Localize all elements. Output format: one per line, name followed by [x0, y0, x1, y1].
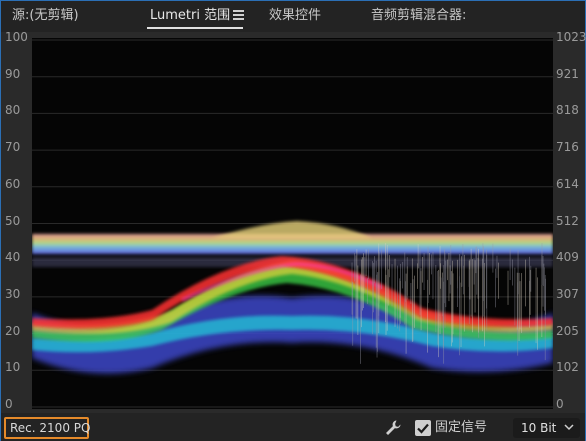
panel-tab-bar: 源:(无剪辑) Lumetri 范围 效果控件 音频剪辑混合器: [1, 1, 585, 31]
left-axis-tick-label: 30 [5, 286, 21, 301]
active-tab-underline [147, 27, 243, 29]
wrench-icon[interactable] [384, 419, 402, 437]
left-axis-tick-label: 100 [5, 30, 28, 44]
tab-effect-controls[interactable]: 效果控件 [269, 6, 321, 26]
right-axis-tick-label: 409 [556, 250, 579, 265]
waveform-graphic [32, 39, 553, 408]
lumetri-scopes-panel: 源:(无剪辑) Lumetri 范围 效果控件 音频剪辑混合器: 100 90 80… [0, 0, 586, 441]
tab-audio-clip-mixer[interactable]: 音频剪辑混合器: [371, 6, 466, 26]
tab-source[interactable]: 源:(无剪辑) [12, 6, 79, 26]
bit-depth-dropdown[interactable]: 10 Bit [513, 418, 580, 438]
right-axis-tick-label: 205 [556, 323, 579, 338]
left-axis-tick-label: 10 [5, 360, 21, 375]
left-axis-tick-label: 20 [5, 323, 21, 338]
right-axis-tick-label: 0 [556, 397, 564, 411]
checkmark-icon [417, 423, 429, 434]
left-axis-tick-label: 60 [5, 176, 21, 191]
tab-lumetri-scopes[interactable]: Lumetri 范围 [150, 6, 230, 26]
right-axis-tick-label: 716 [556, 140, 579, 155]
left-axis-tick-label: 0 [5, 397, 13, 411]
scope-footer: Rec. 2100 PQ 固定信号 10 Bit [1, 415, 585, 441]
color-space-selector[interactable]: Rec. 2100 PQ [4, 417, 90, 439]
waveform-scope: 100 90 80 70 60 50 40 30 20 10 0 1023 921 818 716 614 5… [1, 30, 586, 413]
waveform-plot[interactable] [32, 38, 553, 409]
clamp-signal-label: 固定信号 [435, 420, 488, 435]
bit-depth-value: 10 Bit [521, 421, 557, 435]
hamburger-icon[interactable] [233, 10, 244, 20]
clamp-signal-checkbox[interactable] [415, 420, 431, 436]
right-axis-tick-label: 818 [556, 103, 579, 118]
left-axis-tick-label: 90 [5, 66, 21, 81]
left-axis-tick-label: 50 [5, 213, 21, 228]
right-axis-tick-label: 1023 [556, 30, 586, 44]
chevron-down-icon [564, 424, 574, 431]
left-axis-tick-label: 40 [5, 250, 21, 265]
right-axis-tick-label: 921 [556, 66, 579, 81]
right-axis-tick-label: 102 [556, 360, 579, 375]
left-axis-tick-label: 70 [5, 140, 21, 155]
left-axis-tick-label: 80 [5, 103, 21, 118]
right-axis-tick-label: 512 [556, 213, 579, 228]
right-axis-tick-label: 307 [556, 286, 579, 301]
right-axis-tick-label: 614 [556, 176, 579, 191]
